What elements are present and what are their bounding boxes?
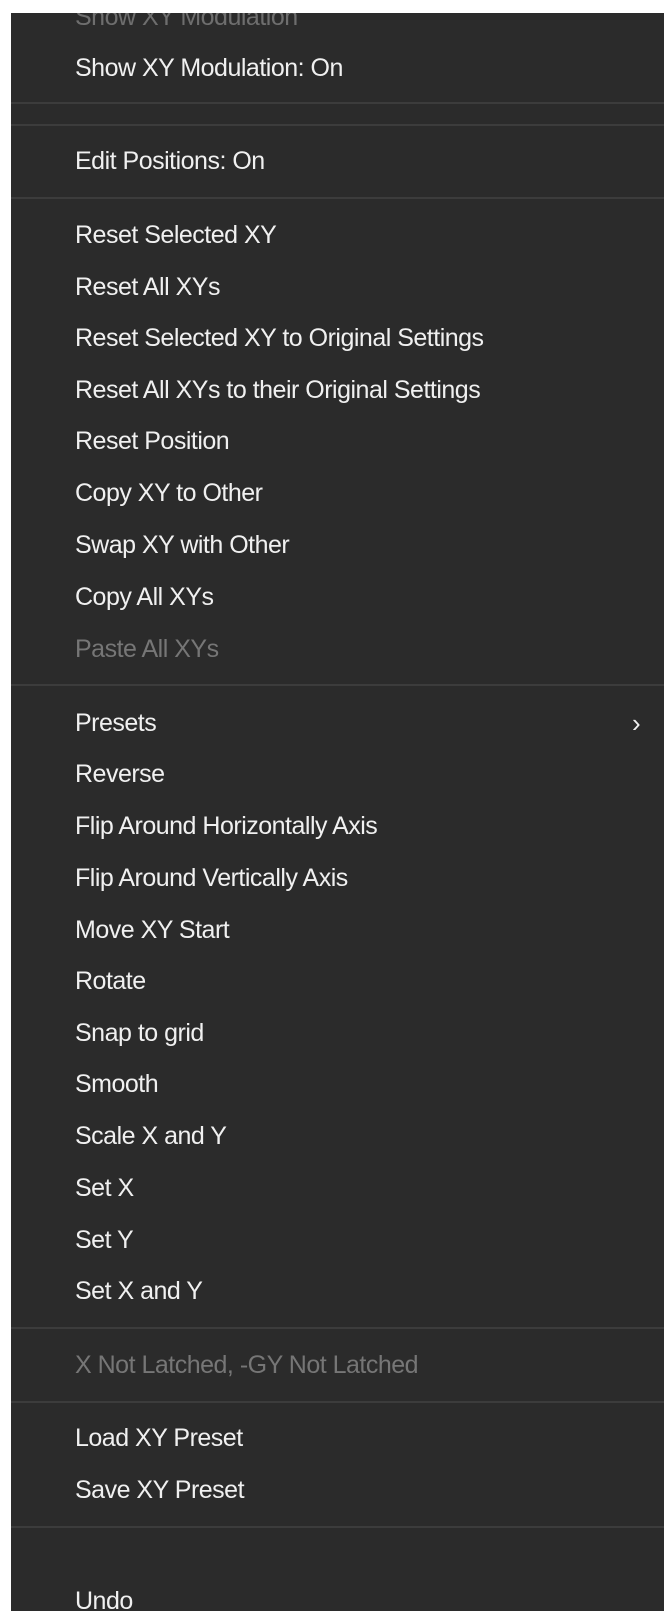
menu-separator	[11, 1401, 664, 1403]
menu-item-reset-all-xys[interactable]: Reset All XYs	[75, 267, 220, 307]
menu-separator	[11, 102, 664, 104]
menu-item-flip-horizontal[interactable]: Flip Around Horizontally Axis	[75, 806, 378, 846]
menu-item-reset-selected-xy[interactable]: Reset Selected XY	[75, 215, 277, 255]
menu-item-paste-all-xys: Paste All XYs	[75, 635, 219, 663]
menu-item-move-xy-start[interactable]: Move XY Start	[75, 910, 230, 950]
menu-item-rotate[interactable]: Rotate	[75, 961, 146, 1001]
menu-item-show-xy-modulation[interactable]: Show XY Modulation: On	[75, 48, 343, 88]
menu-item-scale-x-and-y[interactable]: Scale X and Y	[75, 1116, 227, 1156]
menu-separator	[11, 124, 664, 126]
chevron-right-icon: ›	[632, 708, 641, 738]
menu-item-set-y[interactable]: Set Y	[75, 1220, 134, 1260]
menu-item-reset-position[interactable]: Reset Position	[75, 421, 230, 461]
menu-item-reset-selected-xy-original[interactable]: Reset Selected XY to Original Settings	[75, 318, 484, 358]
menu-item-undo[interactable]: Undo	[75, 1581, 133, 1611]
menu-separator	[11, 1327, 664, 1329]
menu-item-smooth[interactable]: Smooth	[75, 1064, 159, 1104]
menu-item-show-xy-modulation-partial[interactable]: Show XY Modulation	[75, 13, 298, 37]
menu-item-load-xy-preset[interactable]: Load XY Preset	[75, 1418, 243, 1458]
menu-item-set-x[interactable]: Set X	[75, 1168, 134, 1208]
context-menu: Show XY Modulation Show XY Modulation: O…	[11, 13, 664, 1611]
menu-separator	[11, 684, 664, 686]
menu-item-presets[interactable]: Presets	[75, 703, 157, 743]
menu-item-swap-xy-with-other[interactable]: Swap XY with Other	[75, 525, 290, 565]
menu-item-reset-all-xys-original[interactable]: Reset All XYs to their Original Settings	[75, 370, 481, 410]
menu-separator	[11, 1526, 664, 1528]
menu-item-flip-vertical[interactable]: Flip Around Vertically Axis	[75, 858, 348, 898]
menu-separator	[11, 197, 664, 199]
menu-item-copy-xy-to-other[interactable]: Copy XY to Other	[75, 473, 263, 513]
menu-item-copy-all-xys[interactable]: Copy All XYs	[75, 577, 214, 617]
menu-item-snap-to-grid[interactable]: Snap to grid	[75, 1013, 204, 1053]
menu-item-save-xy-preset[interactable]: Save XY Preset	[75, 1470, 245, 1510]
menu-item-reverse[interactable]: Reverse	[75, 754, 165, 794]
menu-item-latch-status: X Not Latched, -GY Not Latched	[75, 1351, 419, 1379]
menu-item-set-x-and-y[interactable]: Set X and Y	[75, 1271, 203, 1311]
menu-item-edit-positions[interactable]: Edit Positions: On	[75, 141, 265, 181]
